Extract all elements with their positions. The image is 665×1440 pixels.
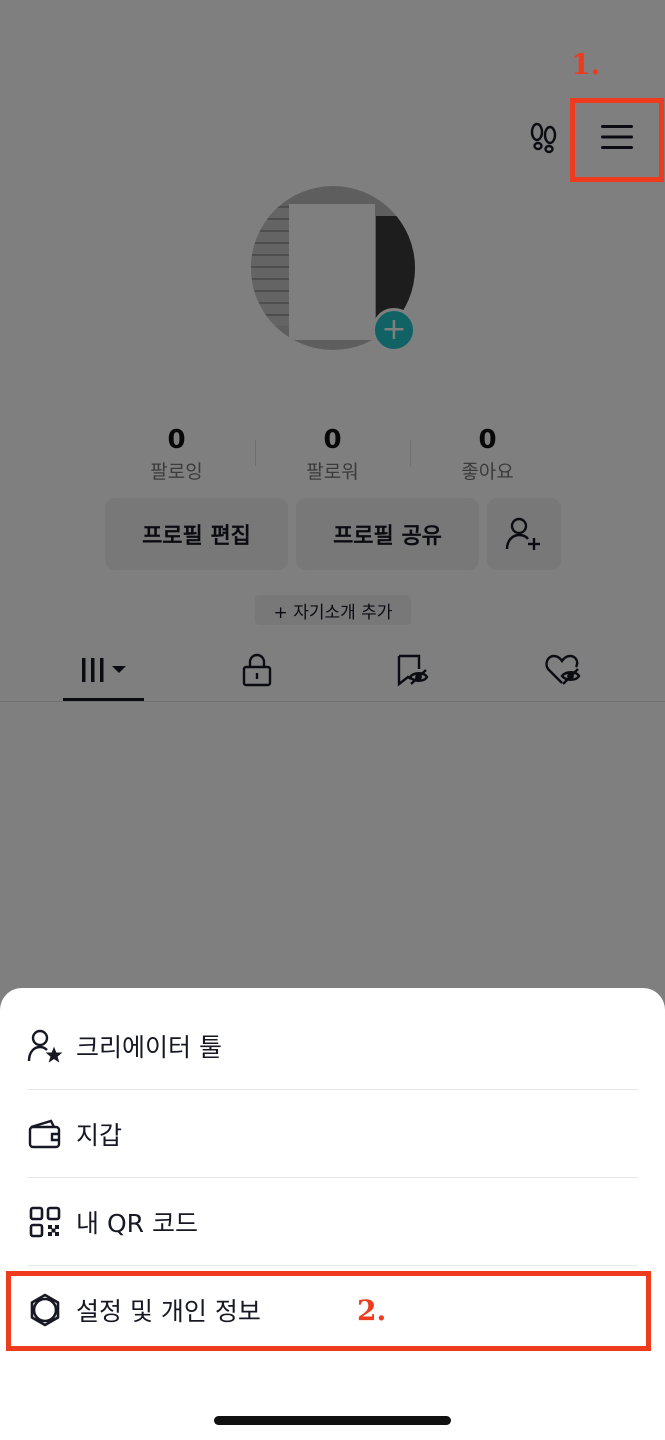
annotation-step-2: 2. [357,1294,387,1327]
menu-item-qr-code[interactable]: 내 QR 코드 [27,1178,638,1266]
qr-code-icon [27,1204,63,1240]
annotation-box-settings [6,1271,651,1351]
bottom-sheet-menu: 크리에이터 툴 지갑 내 QR 코드 설정 및 개인 정보 [0,988,665,1440]
person-star-icon [27,1028,63,1064]
annotation-box-menu [570,98,664,182]
menu-item-creator-tools[interactable]: 크리에이터 툴 [27,1002,638,1090]
menu-item-wallet[interactable]: 지갑 [27,1090,638,1178]
home-indicator [214,1416,451,1425]
menu-item-label: 내 QR 코드 [76,1209,198,1238]
annotation-step-1: 1. [571,48,601,81]
menu-item-label: 크리에이터 툴 [76,1033,222,1062]
wallet-icon [27,1116,63,1152]
menu-item-label: 지갑 [76,1121,123,1150]
